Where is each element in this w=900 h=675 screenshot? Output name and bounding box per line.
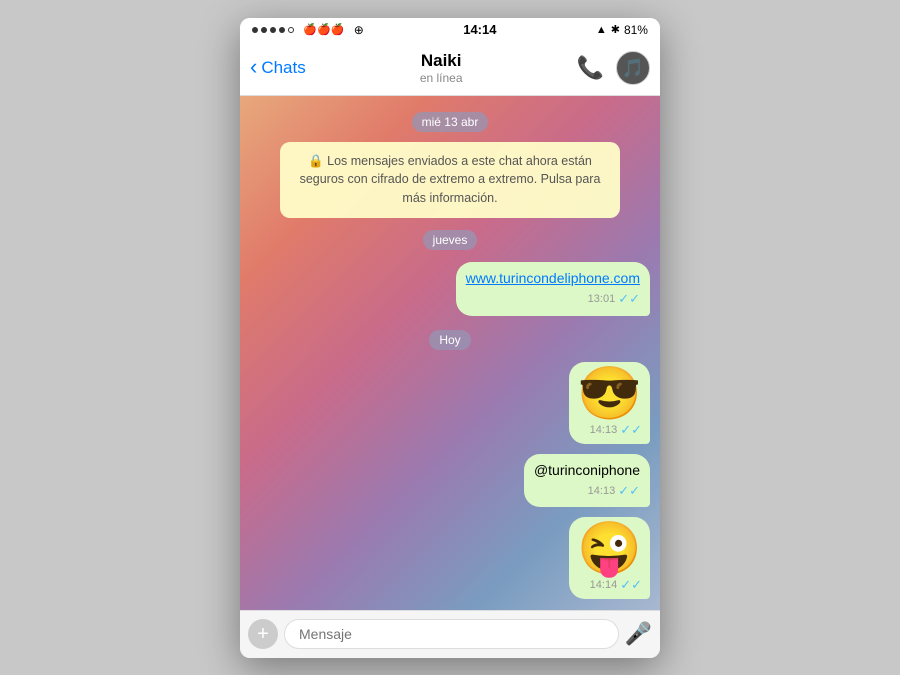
bluetooth-icon: ✱ (611, 23, 620, 36)
signal-dot-5 (288, 27, 294, 33)
date-badge-1: mié 13 abr (412, 112, 489, 132)
contact-name: Naiki (421, 51, 462, 71)
emoji-1: 😎 (577, 368, 642, 420)
message-row-link: www.turincondeliphone.com 13:01 ✓✓ (250, 262, 650, 316)
date-badge-2: jueves (423, 230, 478, 250)
wifi-icon: ⊕ (354, 23, 364, 37)
check-marks-2: ✓✓ (618, 482, 640, 500)
bubble-meta-3: 14:14 ✓✓ (590, 577, 642, 593)
back-button[interactable]: ‹ Chats (250, 58, 306, 78)
battery-indicator: 81% (624, 23, 648, 37)
msg1-time: 14:13 (590, 424, 618, 436)
nav-actions: 📞 🎵 (577, 51, 650, 85)
msg2-text: @turinconiphone (534, 462, 640, 478)
emoji-bubble-1: 😎 14:13 ✓✓ (569, 362, 650, 444)
contact-status: en línea (420, 71, 463, 85)
msg2-time: 14:13 (588, 484, 616, 499)
avatar-icon: 🎵 (622, 58, 644, 79)
status-time: 14:14 (463, 22, 496, 37)
msg3-time: 14:14 (590, 579, 618, 591)
emoji-2: 😜 (577, 523, 642, 575)
bubble-meta-link: 13:01 ✓✓ (466, 290, 640, 308)
nav-bar: ‹ Chats Naiki en línea 📞 🎵 (240, 42, 660, 96)
bubble-link: www.turincondeliphone.com 13:01 ✓✓ (456, 262, 650, 316)
check-marks-link: ✓✓ (618, 290, 640, 308)
phone-frame: 🍎🍎🍎 ⊕ 14:14 ▲ ✱ 81% ‹ Chats Naiki en lín… (240, 18, 660, 658)
bubble-text: @turinconiphone 14:13 ✓✓ (524, 454, 650, 508)
status-left: 🍎🍎🍎 ⊕ (252, 23, 364, 37)
security-notice[interactable]: 🔒 Los mensajes enviados a este chat ahor… (280, 142, 620, 218)
signal-dot-4 (279, 27, 285, 33)
apple-icons: 🍎🍎🍎 (303, 23, 344, 36)
message-input[interactable] (284, 619, 619, 649)
status-right: ▲ ✱ 81% (596, 23, 648, 37)
date-badge-3: Hoy (429, 330, 470, 350)
signal-dot-3 (270, 27, 276, 33)
signal-dot-2 (261, 27, 267, 33)
emoji-bubble-2: 😜 14:14 ✓✓ (569, 517, 650, 599)
status-bar: 🍎🍎🍎 ⊕ 14:14 ▲ ✱ 81% (240, 18, 660, 42)
check-marks-3: ✓✓ (620, 577, 642, 593)
phone-icon[interactable]: 📞 (577, 55, 604, 81)
link-time: 13:01 (588, 292, 616, 307)
chat-content: mié 13 abr 🔒 Los mensajes enviados a est… (240, 96, 660, 610)
chat-area[interactable]: mié 13 abr 🔒 Los mensajes enviados a est… (240, 96, 660, 610)
add-attachment-button[interactable]: + (248, 619, 278, 649)
chevron-left-icon: ‹ (250, 56, 257, 78)
back-label: Chats (261, 58, 305, 78)
message-row-emoji1: 😎 14:13 ✓✓ (250, 362, 650, 444)
link-text[interactable]: www.turincondeliphone.com (466, 270, 640, 286)
signal-dot-1 (252, 27, 258, 33)
location-icon: ▲ (596, 24, 607, 36)
avatar[interactable]: 🎵 (616, 51, 650, 85)
message-row-emoji2: 😜 14:14 ✓✓ (250, 517, 650, 599)
bubble-meta-2: 14:13 ✓✓ (534, 482, 640, 500)
message-row-text: @turinconiphone 14:13 ✓✓ (250, 454, 650, 508)
microphone-icon[interactable]: 🎤 (625, 621, 652, 647)
check-marks-1: ✓✓ (620, 422, 642, 438)
nav-center: Naiki en línea (420, 51, 463, 85)
input-bar: + 🎤 (240, 610, 660, 658)
bubble-meta-1: 14:13 ✓✓ (590, 422, 642, 438)
